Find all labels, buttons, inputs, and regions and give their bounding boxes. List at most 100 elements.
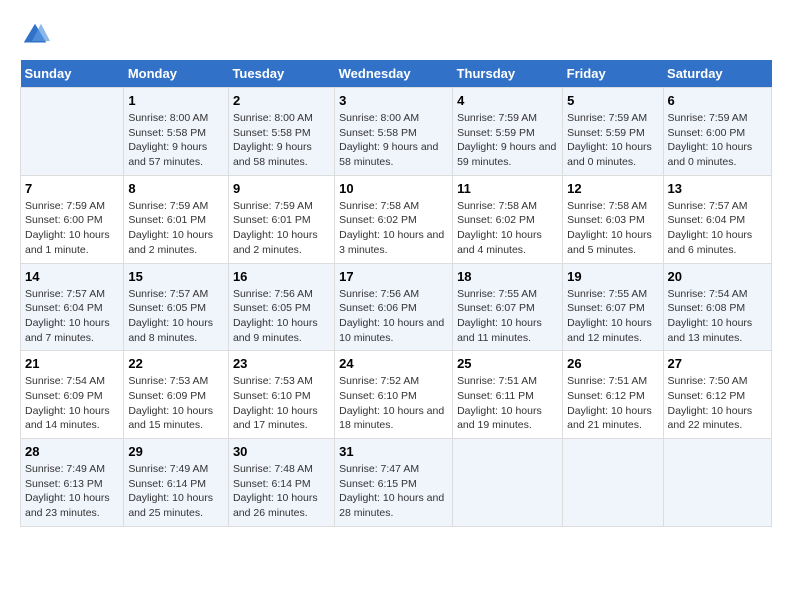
day-info: Sunrise: 7:59 AMSunset: 5:59 PMDaylight:… bbox=[457, 111, 558, 170]
week-row-5: 28 Sunrise: 7:49 AMSunset: 6:13 PMDayligh… bbox=[21, 439, 772, 527]
weekday-saturday: Saturday bbox=[663, 60, 771, 88]
day-info: Sunrise: 7:49 AMSunset: 6:14 PMDaylight:… bbox=[128, 462, 224, 521]
calendar-cell: 23Sunrise: 7:53 AMSunset: 6:10 PMDayligh… bbox=[228, 351, 334, 439]
calendar-cell: 11 Sunrise: 7:58 AMSunset: 6:02 PMDayligh… bbox=[453, 175, 563, 263]
day-info: Sunrise: 7:59 AMSunset: 6:00 PMDaylight:… bbox=[25, 199, 119, 258]
page-header bbox=[20, 20, 772, 50]
day-number: 17 bbox=[339, 269, 448, 284]
day-number: 2 bbox=[233, 93, 330, 108]
calendar-cell: 9 Sunrise: 7:59 AMSunset: 6:01 PMDaylight… bbox=[228, 175, 334, 263]
day-info: Sunrise: 7:58 AMSunset: 6:03 PMDaylight:… bbox=[567, 199, 658, 258]
day-number: 12 bbox=[567, 181, 658, 196]
calendar-cell: 14Sunrise: 7:57 AMSunset: 6:04 PMDayligh… bbox=[21, 263, 124, 351]
day-info: Sunrise: 7:47 AMSunset: 6:15 PMDaylight:… bbox=[339, 462, 448, 521]
calendar-cell: 29 Sunrise: 7:49 AMSunset: 6:14 PMDayligh… bbox=[124, 439, 229, 527]
calendar-cell: 21Sunrise: 7:54 AMSunset: 6:09 PMDayligh… bbox=[21, 351, 124, 439]
day-number: 20 bbox=[668, 269, 767, 284]
calendar-table: SundayMondayTuesdayWednesdayThursdayFrid… bbox=[20, 60, 772, 527]
day-number: 16 bbox=[233, 269, 330, 284]
day-number: 4 bbox=[457, 93, 558, 108]
weekday-thursday: Thursday bbox=[453, 60, 563, 88]
calendar-cell bbox=[453, 439, 563, 527]
day-info: Sunrise: 7:49 AMSunset: 6:13 PMDaylight:… bbox=[25, 462, 119, 521]
calendar-cell: 18Sunrise: 7:55 AMSunset: 6:07 PMDayligh… bbox=[453, 263, 563, 351]
day-number: 5 bbox=[567, 93, 658, 108]
day-number: 27 bbox=[668, 356, 767, 371]
week-row-3: 14Sunrise: 7:57 AMSunset: 6:04 PMDayligh… bbox=[21, 263, 772, 351]
calendar-cell bbox=[563, 439, 663, 527]
day-info: Sunrise: 8:00 AMSunset: 5:58 PMDaylight:… bbox=[339, 111, 448, 170]
weekday-monday: Monday bbox=[124, 60, 229, 88]
calendar-cell: 25 Sunrise: 7:51 AMSunset: 6:11 PMDayligh… bbox=[453, 351, 563, 439]
calendar-cell: 4 Sunrise: 7:59 AMSunset: 5:59 PMDaylight… bbox=[453, 88, 563, 176]
day-info: Sunrise: 7:48 AMSunset: 6:14 PMDaylight:… bbox=[233, 462, 330, 521]
calendar-cell: 26Sunrise: 7:51 AMSunset: 6:12 PMDayligh… bbox=[563, 351, 663, 439]
day-number: 19 bbox=[567, 269, 658, 284]
day-info: Sunrise: 7:58 AMSunset: 6:02 PMDaylight:… bbox=[457, 199, 558, 258]
calendar-cell: 8 Sunrise: 7:59 AMSunset: 6:01 PMDaylight… bbox=[124, 175, 229, 263]
calendar-cell: 27Sunrise: 7:50 AMSunset: 6:12 PMDayligh… bbox=[663, 351, 771, 439]
weekday-friday: Friday bbox=[563, 60, 663, 88]
day-number: 29 bbox=[128, 444, 224, 459]
calendar-cell: 12 Sunrise: 7:58 AMSunset: 6:03 PMDayligh… bbox=[563, 175, 663, 263]
day-number: 15 bbox=[128, 269, 224, 284]
day-number: 31 bbox=[339, 444, 448, 459]
day-number: 9 bbox=[233, 181, 330, 196]
weekday-tuesday: Tuesday bbox=[228, 60, 334, 88]
logo bbox=[20, 20, 54, 50]
day-number: 11 bbox=[457, 181, 558, 196]
day-info: Sunrise: 7:59 AMSunset: 6:01 PMDaylight:… bbox=[128, 199, 224, 258]
logo-icon bbox=[20, 20, 50, 50]
day-number: 10 bbox=[339, 181, 448, 196]
calendar-cell: 2 Sunrise: 8:00 AMSunset: 5:58 PMDaylight… bbox=[228, 88, 334, 176]
day-info: Sunrise: 7:52 AMSunset: 6:10 PMDaylight:… bbox=[339, 374, 448, 433]
calendar-cell: 5 Sunrise: 7:59 AMSunset: 5:59 PMDaylight… bbox=[563, 88, 663, 176]
calendar-cell: 20 Sunrise: 7:54 AMSunset: 6:08 PMDayligh… bbox=[663, 263, 771, 351]
day-number: 28 bbox=[25, 444, 119, 459]
day-info: Sunrise: 7:59 AMSunset: 6:01 PMDaylight:… bbox=[233, 199, 330, 258]
day-info: Sunrise: 7:56 AMSunset: 6:06 PMDaylight:… bbox=[339, 287, 448, 346]
day-info: Sunrise: 7:59 AMSunset: 5:59 PMDaylight:… bbox=[567, 111, 658, 170]
calendar-cell bbox=[663, 439, 771, 527]
calendar-cell: 6Sunrise: 7:59 AMSunset: 6:00 PMDaylight… bbox=[663, 88, 771, 176]
day-number: 25 bbox=[457, 356, 558, 371]
week-row-2: 7 Sunrise: 7:59 AMSunset: 6:00 PMDaylight… bbox=[21, 175, 772, 263]
day-info: Sunrise: 7:56 AMSunset: 6:05 PMDaylight:… bbox=[233, 287, 330, 346]
calendar-cell: 22 Sunrise: 7:53 AMSunset: 6:09 PMDayligh… bbox=[124, 351, 229, 439]
calendar-cell: 28 Sunrise: 7:49 AMSunset: 6:13 PMDayligh… bbox=[21, 439, 124, 527]
day-number: 1 bbox=[128, 93, 224, 108]
calendar-cell: 19 Sunrise: 7:55 AMSunset: 6:07 PMDayligh… bbox=[563, 263, 663, 351]
day-info: Sunrise: 7:57 AMSunset: 6:05 PMDaylight:… bbox=[128, 287, 224, 346]
calendar-cell: 13Sunrise: 7:57 AMSunset: 6:04 PMDayligh… bbox=[663, 175, 771, 263]
week-row-4: 21Sunrise: 7:54 AMSunset: 6:09 PMDayligh… bbox=[21, 351, 772, 439]
day-info: Sunrise: 7:51 AMSunset: 6:12 PMDaylight:… bbox=[567, 374, 658, 433]
day-info: Sunrise: 7:54 AMSunset: 6:08 PMDaylight:… bbox=[668, 287, 767, 346]
day-info: Sunrise: 7:55 AMSunset: 6:07 PMDaylight:… bbox=[457, 287, 558, 346]
week-row-1: 1 Sunrise: 8:00 AMSunset: 5:58 PMDaylight… bbox=[21, 88, 772, 176]
weekday-sunday: Sunday bbox=[21, 60, 124, 88]
day-number: 21 bbox=[25, 356, 119, 371]
day-number: 22 bbox=[128, 356, 224, 371]
day-info: Sunrise: 7:57 AMSunset: 6:04 PMDaylight:… bbox=[25, 287, 119, 346]
calendar-cell: 1Sunrise: 8:00 AMSunset: 5:58 PMDaylight… bbox=[124, 88, 229, 176]
day-number: 13 bbox=[668, 181, 767, 196]
day-number: 3 bbox=[339, 93, 448, 108]
calendar-cell: 7 Sunrise: 7:59 AMSunset: 6:00 PMDaylight… bbox=[21, 175, 124, 263]
day-number: 6 bbox=[668, 93, 767, 108]
calendar-cell: 24 Sunrise: 7:52 AMSunset: 6:10 PMDayligh… bbox=[335, 351, 453, 439]
day-info: Sunrise: 7:55 AMSunset: 6:07 PMDaylight:… bbox=[567, 287, 658, 346]
weekday-header-row: SundayMondayTuesdayWednesdayThursdayFrid… bbox=[21, 60, 772, 88]
day-number: 23 bbox=[233, 356, 330, 371]
day-number: 7 bbox=[25, 181, 119, 196]
calendar-cell: 16 Sunrise: 7:56 AMSunset: 6:05 PMDayligh… bbox=[228, 263, 334, 351]
calendar-cell: 10 Sunrise: 7:58 AMSunset: 6:02 PMDayligh… bbox=[335, 175, 453, 263]
calendar-cell: 30Sunrise: 7:48 AMSunset: 6:14 PMDayligh… bbox=[228, 439, 334, 527]
calendar-cell: 15 Sunrise: 7:57 AMSunset: 6:05 PMDayligh… bbox=[124, 263, 229, 351]
day-number: 24 bbox=[339, 356, 448, 371]
day-info: Sunrise: 7:51 AMSunset: 6:11 PMDaylight:… bbox=[457, 374, 558, 433]
day-info: Sunrise: 7:53 AMSunset: 6:09 PMDaylight:… bbox=[128, 374, 224, 433]
day-info: Sunrise: 7:58 AMSunset: 6:02 PMDaylight:… bbox=[339, 199, 448, 258]
day-number: 8 bbox=[128, 181, 224, 196]
day-info: Sunrise: 8:00 AMSunset: 5:58 PMDaylight:… bbox=[233, 111, 330, 170]
calendar-cell: 3 Sunrise: 8:00 AMSunset: 5:58 PMDaylight… bbox=[335, 88, 453, 176]
